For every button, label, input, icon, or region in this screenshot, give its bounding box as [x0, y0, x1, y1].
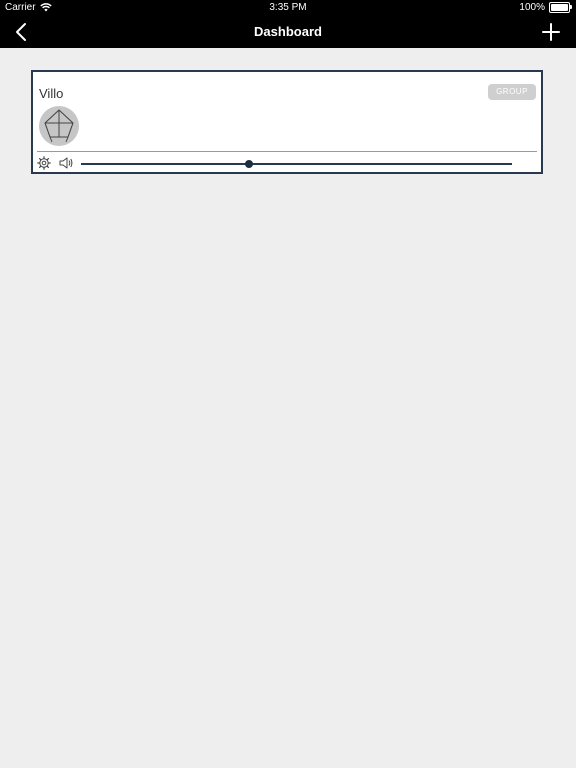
- page-title: Dashboard: [254, 24, 322, 39]
- status-bar: Carrier 3:35 PM 100%: [0, 0, 576, 16]
- battery-percent: 100%: [519, 2, 545, 13]
- device-group-card[interactable]: Villo GROUP: [31, 70, 543, 174]
- gear-icon[interactable]: [37, 156, 51, 170]
- volume-slider[interactable]: [81, 160, 512, 168]
- speaker-device-icon[interactable]: [39, 106, 79, 146]
- status-right: 100%: [519, 2, 572, 13]
- plus-icon[interactable]: [540, 21, 562, 43]
- status-time: 3:35 PM: [269, 2, 307, 13]
- card-title: Villo: [39, 86, 64, 101]
- volume-slider-thumb[interactable]: [245, 160, 254, 168]
- card-divider: [37, 151, 537, 152]
- group-badge[interactable]: GROUP: [488, 84, 536, 100]
- battery-icon: [549, 2, 572, 13]
- speaker-icon: [59, 157, 73, 169]
- navigation-bar: Dashboard: [0, 16, 576, 48]
